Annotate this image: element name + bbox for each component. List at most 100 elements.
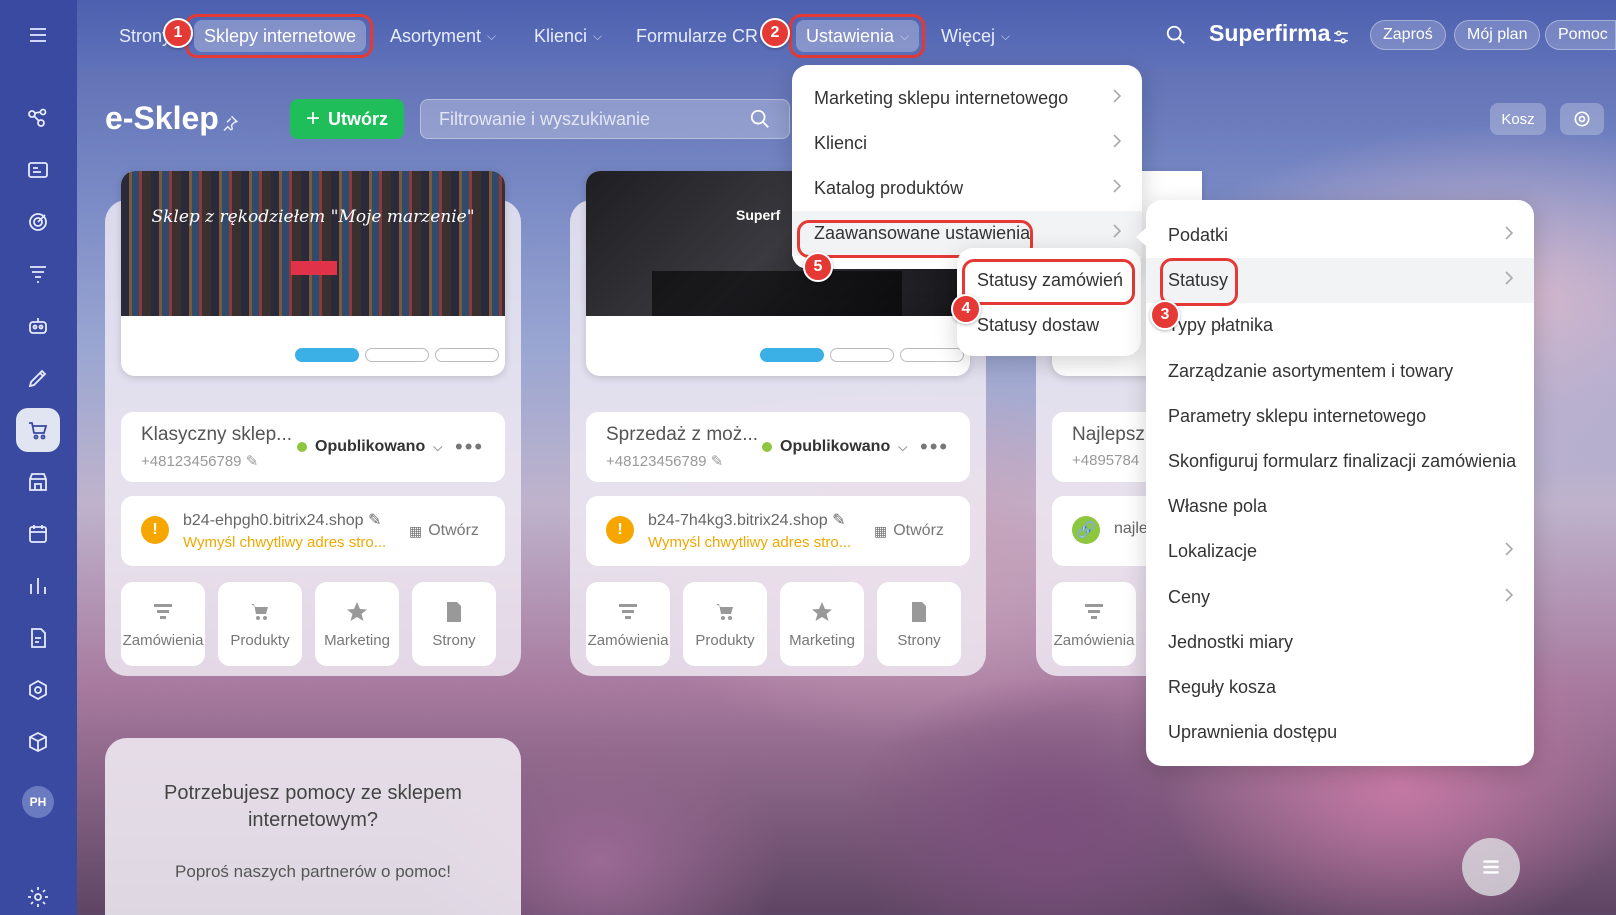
- shop-info[interactable]: Sprzedaż z moż... +48123456789 ✎ Opublik…: [586, 412, 970, 482]
- create-button[interactable]: + Utwórz: [290, 99, 404, 139]
- menu-item-advanced[interactable]: Ceny: [1146, 575, 1534, 620]
- pin-icon[interactable]: [221, 114, 239, 137]
- help-card-subtitle[interactable]: Poproś naszych partnerów o pomoc!: [125, 862, 501, 882]
- search-icon[interactable]: [749, 108, 771, 130]
- page-title: e-Sklep: [105, 100, 219, 136]
- domain-warning[interactable]: Wymyśl chwytliwy adres stro...: [648, 534, 868, 551]
- activity-icon[interactable]: [16, 96, 60, 140]
- nav-klienci[interactable]: Klienci ⌵: [534, 22, 602, 50]
- tile-pages[interactable]: Strony: [877, 582, 961, 666]
- target-icon[interactable]: [16, 200, 60, 244]
- status-badge[interactable]: Opublikowano ⌵: [297, 438, 442, 456]
- menu-item-advanced[interactable]: Uprawnienia dostępu: [1146, 710, 1534, 755]
- search-icon[interactable]: [1165, 24, 1187, 51]
- pencil-icon[interactable]: ✎: [368, 512, 381, 529]
- hamburger-menu-icon[interactable]: [16, 13, 60, 57]
- document-edit-icon[interactable]: [16, 616, 60, 660]
- pen-icon[interactable]: [16, 356, 60, 400]
- tile-pages[interactable]: Strony: [412, 582, 496, 666]
- hexagon-icon[interactable]: [16, 668, 60, 712]
- menu-label: Klienci: [814, 133, 868, 153]
- domain-text: b24-ehpgh0.bitrix24.shop: [183, 512, 364, 529]
- bar-chart-icon[interactable]: [16, 564, 60, 608]
- tile-orders[interactable]: Zamówienia: [586, 582, 670, 666]
- menu-item-advanced[interactable]: Skonfiguruj formularz finalizacji zamówi…: [1146, 439, 1534, 484]
- domain-warning[interactable]: Wymyśl chwytliwy adres stro...: [183, 534, 403, 551]
- more-options-icon[interactable]: •••: [920, 434, 949, 460]
- pencil-icon[interactable]: ✎: [246, 453, 259, 470]
- nav-ustawienia[interactable]: Ustawienia ⌵: [796, 20, 920, 52]
- tile-marketing[interactable]: Marketing: [315, 582, 399, 666]
- shop-name[interactable]: Klasyczny sklep...: [141, 424, 301, 446]
- menu-item-marketing[interactable]: Marketing sklepu internetowego: [792, 76, 1142, 121]
- nav-strony[interactable]: Strony: [119, 22, 167, 50]
- funnel-icon[interactable]: [16, 252, 60, 296]
- tile-orders[interactable]: Zamówienia: [121, 582, 205, 666]
- thumbnail-cta: [291, 261, 337, 275]
- pencil-icon[interactable]: ✎: [711, 453, 724, 470]
- chevron-down-icon: ⌵: [898, 439, 908, 454]
- open-button[interactable]: ▦ Otwórz: [874, 522, 944, 540]
- robot-icon[interactable]: [16, 304, 60, 348]
- open-button[interactable]: ▦ Otwórz: [409, 522, 479, 540]
- help-button[interactable]: Pomoc: [1545, 20, 1616, 50]
- menu-item-katalog[interactable]: Katalog produktów: [792, 166, 1142, 211]
- menu-label: Reguły kosza: [1168, 677, 1277, 697]
- menu-item-advanced[interactable]: Parametry sklepu internetowego: [1146, 394, 1534, 439]
- invite-button[interactable]: Zaproś: [1370, 20, 1446, 50]
- plus-icon: +: [305, 105, 320, 132]
- menu-item-statusy-zamowien[interactable]: Statusy zamówień: [957, 258, 1141, 303]
- tile-orders[interactable]: Zamówienia: [1052, 582, 1136, 666]
- more-options-icon[interactable]: •••: [455, 434, 484, 460]
- chat-button[interactable]: [1462, 838, 1520, 896]
- menu-item-statusy-dostaw[interactable]: Statusy dostaw: [957, 303, 1141, 348]
- shop-domain[interactable]: b24-ehpgh0.bitrix24.shop ✎: [183, 510, 381, 530]
- shop-name[interactable]: Sprzedaż z moż...: [606, 424, 766, 446]
- chevron-right-icon: [1113, 179, 1122, 193]
- page-settings-button[interactable]: [1560, 103, 1604, 135]
- nav-wiecej[interactable]: Więcej ⌵: [941, 22, 1010, 50]
- warning-icon: !: [606, 516, 634, 544]
- cart-icon[interactable]: [16, 408, 60, 452]
- tile-label: Zamówienia: [122, 631, 204, 649]
- shop-domain[interactable]: b24-7h4kg3.bitrix24.shop ✎: [648, 510, 846, 530]
- funnel-icon: [154, 603, 172, 619]
- menu-item-advanced[interactable]: Własne pola: [1146, 484, 1534, 529]
- contact-card-icon[interactable]: [16, 148, 60, 192]
- menu-item-advanced[interactable]: Lokalizacje: [1146, 529, 1534, 574]
- open-label: Otwórz: [428, 522, 479, 539]
- trash-button[interactable]: Kosz: [1490, 103, 1546, 135]
- shop-thumbnail[interactable]: Sklep z rękodziełem "Moje marzenie": [121, 171, 505, 376]
- filter-search-bar[interactable]: [420, 99, 790, 139]
- status-badge[interactable]: Opublikowano ⌵: [762, 438, 907, 456]
- shop-info[interactable]: Klasyczny sklep... +48123456789 ✎ Opubli…: [121, 412, 505, 482]
- nav-sklepy-internetowe[interactable]: Sklepy internetowe: [194, 20, 367, 52]
- menu-item-advanced[interactable]: Podatki: [1146, 213, 1534, 258]
- menu-item-advanced[interactable]: Jednostki miary: [1146, 620, 1534, 665]
- tile-marketing[interactable]: Marketing: [780, 582, 864, 666]
- sliders-icon[interactable]: [1332, 28, 1350, 51]
- nav-formularze-crm[interactable]: Formularze CRM: [636, 22, 758, 50]
- company-brand[interactable]: Superfirma: [1209, 20, 1330, 47]
- calendar-icon[interactable]: [16, 512, 60, 556]
- thumbnail-buttons: [760, 348, 964, 362]
- shop-card: Sklep z rękodziełem "Moje marzenie" Klas…: [105, 171, 521, 676]
- menu-item-klienci[interactable]: Klienci: [792, 121, 1142, 166]
- shop-card: Superf Sprzedaż z moż... +48123456789 ✎ …: [570, 171, 986, 676]
- pencil-icon[interactable]: ✎: [832, 512, 845, 529]
- menu-item-advanced[interactable]: Statusy: [1146, 258, 1534, 304]
- avatar[interactable]: PH: [22, 786, 54, 818]
- menu-item-advanced[interactable]: Reguły kosza: [1146, 665, 1534, 710]
- nav-asortyment[interactable]: Asortyment ⌵: [390, 22, 496, 50]
- cube-icon[interactable]: [16, 720, 60, 764]
- store-icon[interactable]: [16, 460, 60, 504]
- tile-products[interactable]: Produkty: [683, 582, 767, 666]
- search-input[interactable]: [439, 108, 739, 130]
- menu-item-advanced[interactable]: Zarządzanie asortymentem i towary: [1146, 349, 1534, 394]
- menu-item-advanced[interactable]: Typy płatnika: [1146, 303, 1534, 348]
- my-plan-button[interactable]: Mój plan: [1454, 20, 1541, 50]
- shop-domain[interactable]: najle: [1114, 520, 1148, 538]
- settings-gear-icon[interactable]: [16, 875, 60, 915]
- menu-label: Skonfiguruj formularz finalizacji zamówi…: [1168, 451, 1517, 471]
- tile-products[interactable]: Produkty: [218, 582, 302, 666]
